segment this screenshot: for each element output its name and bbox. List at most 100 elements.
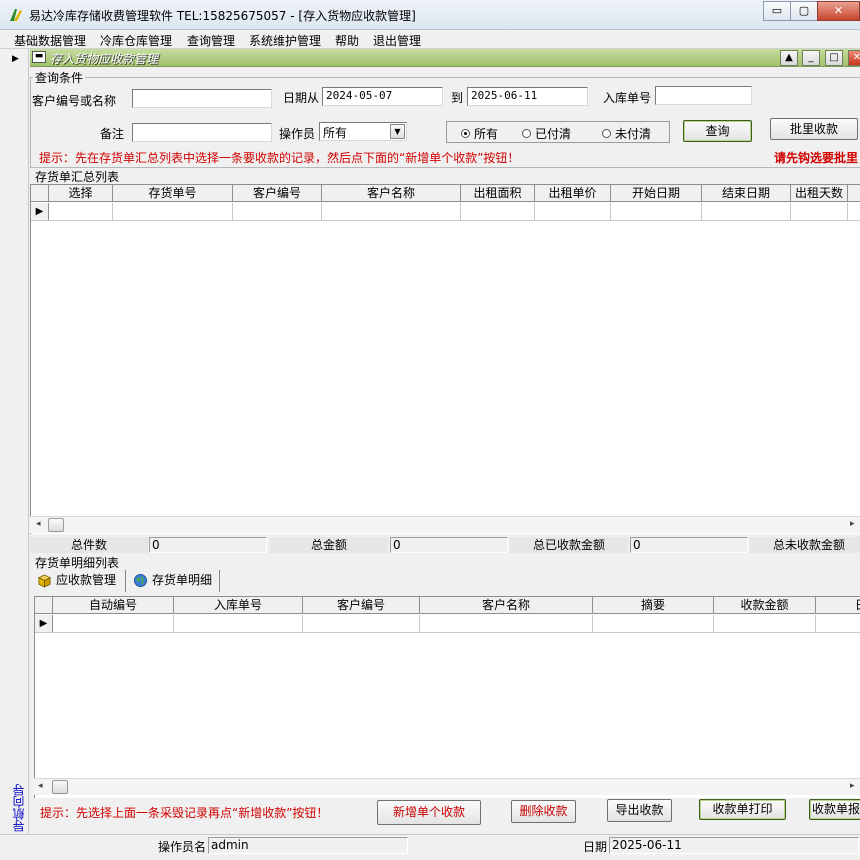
payment-status-radio-group: 所有 已付清 未付清 — [446, 121, 670, 143]
col-rent-price[interactable]: 出租单价 — [535, 185, 611, 202]
scroll-right-icon[interactable]: ▸ — [850, 519, 855, 529]
col-date[interactable]: 日 — [816, 597, 860, 614]
summary-grid-header: 选择 存货单号 客户编号 客户名称 出租面积 出租单价 开始日期 结束日期 出租… — [31, 185, 860, 202]
col-rent-area[interactable]: 出租面积 — [461, 185, 535, 202]
col-entry-no[interactable]: 入库单号 — [174, 597, 303, 614]
mdi-titlebar[interactable]: ▬ 存入货物应收款管理 ▲ _ □ ✕ — [30, 49, 860, 67]
menu-cold-storage[interactable]: 冷库仓库管理 — [100, 32, 172, 49]
detail-hscroll[interactable]: ◂ ▸ — [34, 778, 860, 795]
status-bar: 操作员名 admin 日期 2025-06-11 — [0, 834, 860, 860]
col-summary[interactable]: 摘要 — [593, 597, 714, 614]
summary-grid[interactable]: 选择 存货单号 客户编号 客户名称 出租面积 出租单价 开始日期 结束日期 出租… — [30, 184, 860, 534]
col-auto-id[interactable]: 自动编号 — [53, 597, 174, 614]
table-cell[interactable] — [702, 203, 791, 220]
radio-dot-icon — [602, 129, 611, 138]
radio-unpaid[interactable]: 未付清 — [602, 125, 651, 142]
table-cell[interactable] — [848, 203, 860, 220]
menu-query[interactable]: 查询管理 — [187, 32, 235, 49]
close-button[interactable]: ✕ — [817, 1, 860, 21]
entry-no-input[interactable] — [655, 86, 752, 105]
table-cell[interactable] — [535, 203, 611, 220]
mdi-up-button[interactable]: ▲ — [780, 50, 798, 66]
receipt-report-button[interactable]: 收款单报 — [809, 799, 860, 820]
menu-help[interactable]: 帮助 — [335, 32, 359, 49]
date-from-label: 日期从 — [283, 91, 320, 105]
detail-grid[interactable]: 自动编号 入库单号 客户编号 客户名称 摘要 收款金额 日 ▶ — [34, 596, 860, 798]
radio-all-label: 所有 — [474, 127, 499, 141]
table-cell[interactable] — [461, 203, 535, 220]
table-row[interactable]: ▶ — [35, 615, 860, 633]
remark-input[interactable] — [132, 123, 272, 142]
nav-expand-icon[interactable]: ▶ — [12, 54, 19, 64]
add-single-collection-button[interactable]: 新增单个收款 — [377, 800, 481, 825]
summary-hscroll[interactable]: ◂ ▸ — [30, 516, 860, 533]
table-cell[interactable] — [49, 203, 113, 220]
col-customer-no[interactable]: 客户编号 — [233, 185, 322, 202]
box-icon — [38, 574, 51, 588]
col-storage-no[interactable]: 存货单号 — [113, 185, 233, 202]
menu-exit[interactable]: 退出管理 — [373, 32, 421, 49]
table-cell[interactable] — [420, 615, 593, 632]
col-detail-customer-name[interactable]: 客户名称 — [420, 597, 593, 614]
col-received-amount[interactable]: 收款金额 — [714, 597, 816, 614]
tab-receivables[interactable]: 应收款管理 — [34, 570, 126, 592]
table-cell[interactable] — [816, 615, 860, 632]
query-button[interactable]: 查询 — [683, 120, 752, 142]
scroll-right-icon[interactable]: ▸ — [850, 781, 855, 791]
mdi-maximize-button[interactable]: □ — [825, 50, 843, 66]
chevron-down-icon[interactable]: ▼ — [390, 124, 405, 139]
operator-label: 操作员 — [279, 127, 316, 141]
col-customer-name[interactable]: 客户名称 — [322, 185, 461, 202]
window-titlebar[interactable]: 易达冷库存储收费管理软件 TEL:15825675057 - [存入货物应收款管… — [0, 0, 860, 30]
customer-input[interactable] — [132, 89, 272, 108]
tab-storage-detail[interactable]: 存货单明细 — [130, 570, 220, 592]
radio-paid-label: 已付清 — [535, 127, 572, 141]
minimize-button[interactable]: ▭ — [763, 1, 791, 21]
table-row[interactable]: ▶ — [31, 203, 860, 221]
customer-label: 客户编号或名称 — [32, 94, 117, 108]
col-end-date[interactable]: 结束日期 — [702, 185, 791, 202]
menu-basic-data[interactable]: 基础数据管理 — [14, 32, 86, 49]
radio-paid[interactable]: 已付清 — [522, 125, 571, 142]
table-cell[interactable] — [322, 203, 461, 220]
window-controls: ▭ ▢ ✕ — [763, 1, 860, 21]
export-collection-button[interactable]: 导出收款 — [607, 799, 672, 822]
query-hint: 提示：先在存货单汇总列表中选择一条要收款的记录，然后点下面的“新增单个收款”按钮… — [39, 151, 520, 165]
table-cell[interactable] — [113, 203, 233, 220]
col-detail-customer-no[interactable]: 客户编号 — [303, 597, 420, 614]
radio-all[interactable]: 所有 — [461, 125, 498, 142]
mdi-minimize-button[interactable]: _ — [802, 50, 820, 66]
table-cell[interactable] — [53, 615, 174, 632]
table-cell[interactable] — [611, 203, 702, 220]
table-cell[interactable] — [303, 615, 420, 632]
table-cell[interactable] — [233, 203, 322, 220]
menu-bar: 基础数据管理 冷库仓库管理 查询管理 系统维护管理 帮助 退出管理 — [0, 30, 860, 49]
col-start-date[interactable]: 开始日期 — [611, 185, 702, 202]
col-select[interactable]: 选择 — [49, 185, 113, 202]
mdi-window-icon[interactable]: ▬ — [32, 51, 46, 63]
delete-collection-button[interactable]: 删除收款 — [511, 800, 576, 823]
scroll-thumb[interactable] — [52, 780, 68, 794]
table-cell[interactable] — [174, 615, 303, 632]
status-date-value: 2025-06-11 — [609, 837, 859, 854]
detail-tabs: 应收款管理 存货单明细 — [34, 570, 234, 592]
scroll-left-icon[interactable]: ◂ — [38, 781, 43, 791]
table-cell[interactable] — [714, 615, 816, 632]
print-receipt-button[interactable]: 收款单打印 — [699, 799, 786, 820]
scroll-left-icon[interactable]: ◂ — [36, 519, 41, 529]
restore-button[interactable]: ▢ — [790, 1, 818, 21]
radio-dot-icon — [522, 129, 531, 138]
table-cell[interactable] — [593, 615, 714, 632]
batch-collect-button[interactable]: 批里收款 — [770, 118, 858, 140]
nav-guide-label[interactable]: 导航向导 — [10, 784, 26, 832]
menu-system[interactable]: 系统维护管理 — [249, 32, 321, 49]
table-cell[interactable] — [791, 203, 848, 220]
row-pointer-icon: ▶ — [35, 615, 53, 632]
scroll-thumb[interactable] — [48, 518, 64, 532]
date-to-input[interactable]: 2025-06-11 — [467, 87, 588, 106]
col-rent-days[interactable]: 出租天数 — [791, 185, 848, 202]
col-pieces[interactable]: 件数 — [848, 185, 860, 202]
date-from-input[interactable]: 2024-05-07 — [322, 87, 443, 106]
operator-select[interactable]: 所有 ▼ — [319, 122, 407, 141]
mdi-close-button[interactable]: ✕ — [848, 50, 860, 66]
